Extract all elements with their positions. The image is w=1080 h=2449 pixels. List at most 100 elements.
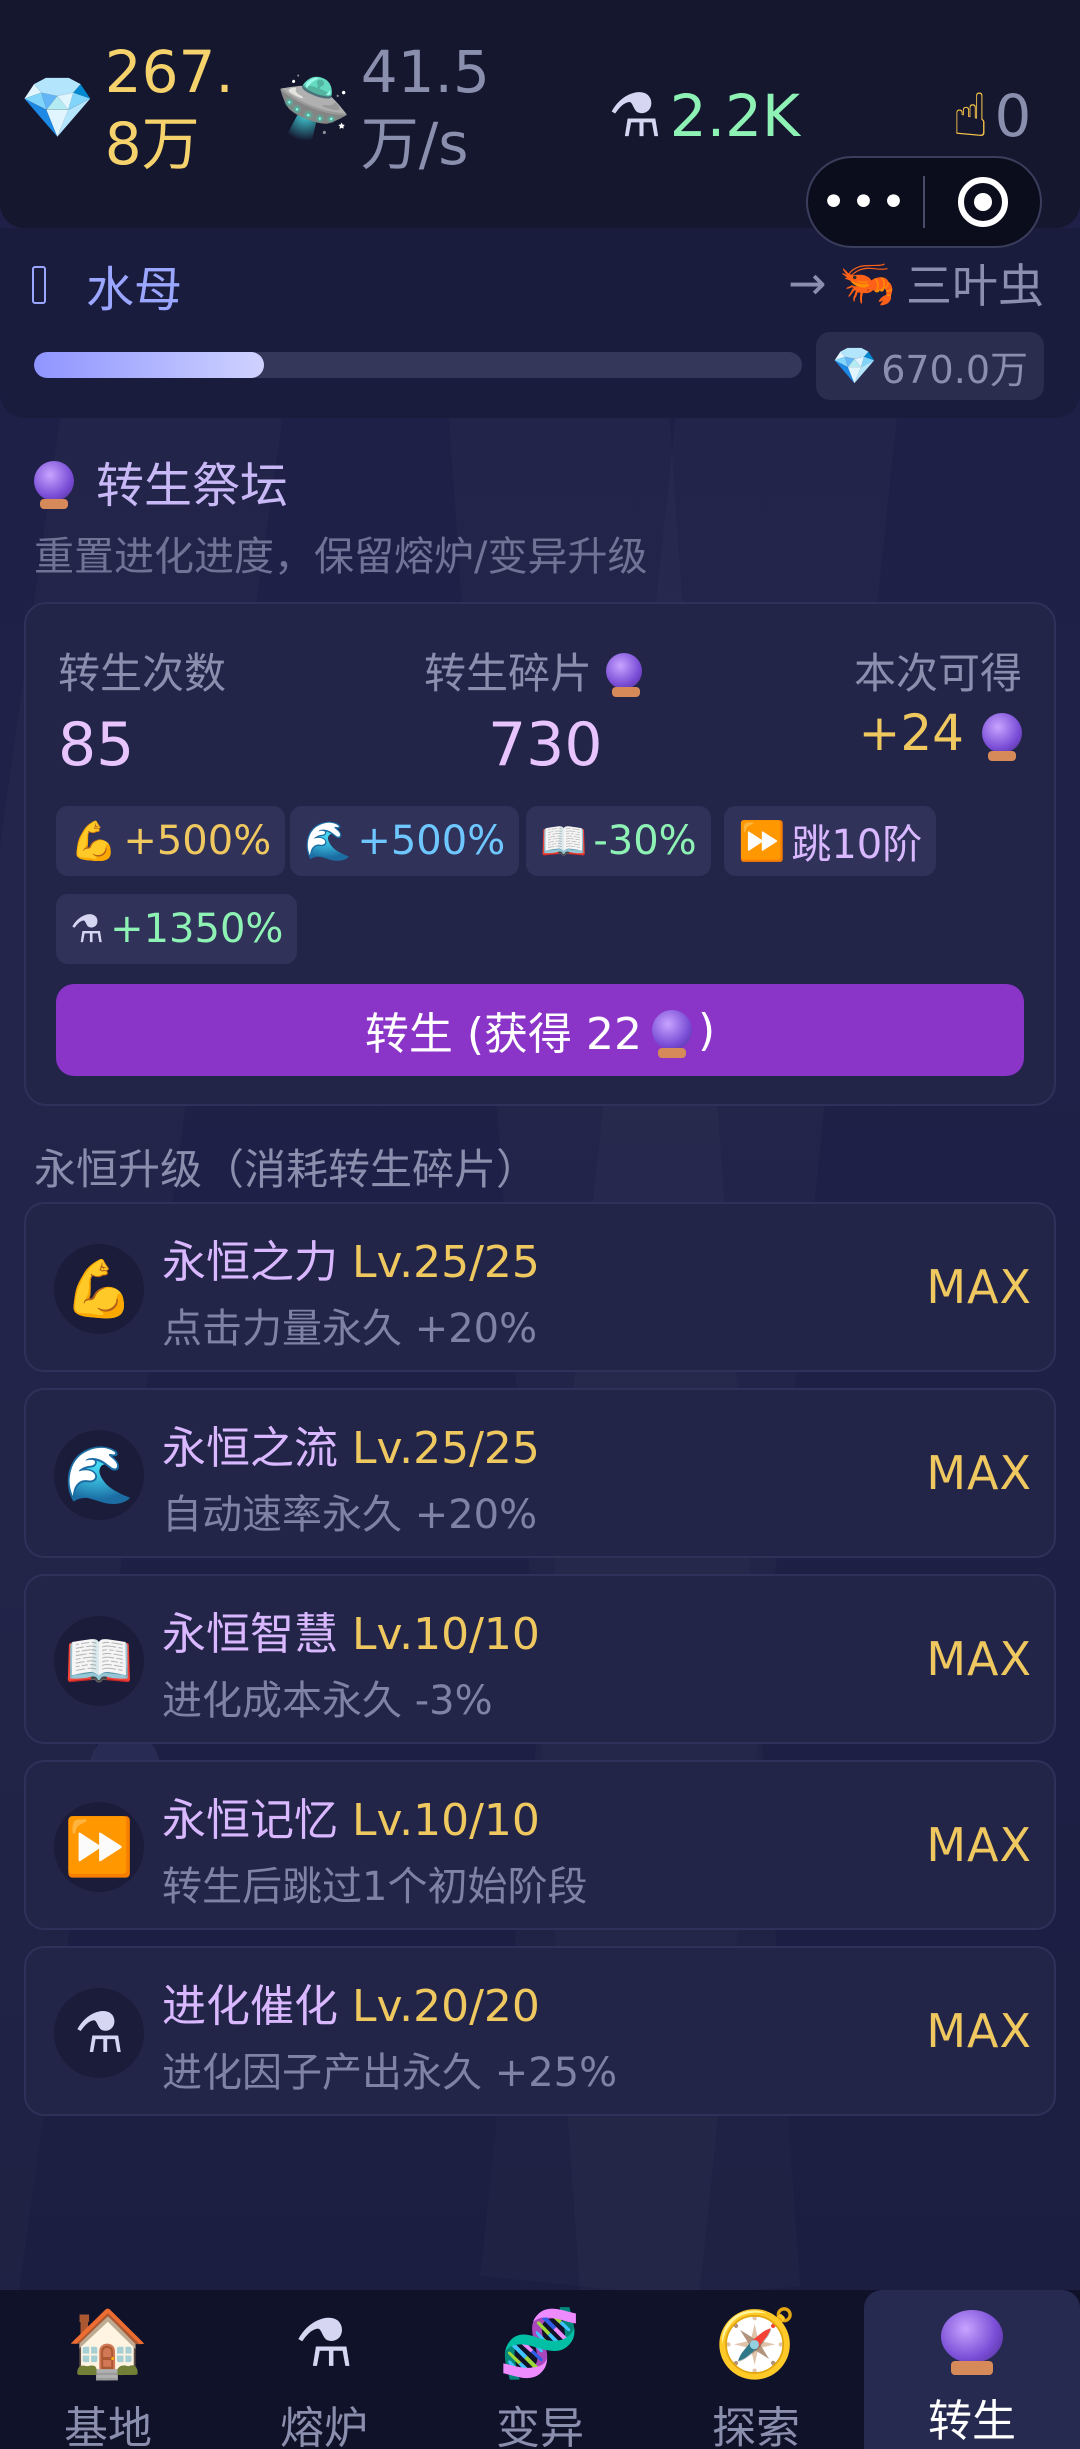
crystal-ball-icon — [941, 2310, 1003, 2375]
upgrade-name: 进化催化 — [162, 1981, 338, 2032]
tab-label: 探索 — [712, 2403, 800, 2449]
progress-fill — [34, 352, 265, 378]
miniprogram-capsule: ••• — [806, 156, 1042, 248]
shards-label: 转生碎片 — [424, 640, 643, 701]
altar-card: 转生次数 85 转生碎片 730 本次可得 +24 💪 +500% 🌊 +500… — [24, 602, 1056, 1106]
tab-base[interactable]: 🏠 基地 — [0, 2290, 216, 2449]
gems-resource: 💎 267. 8万 — [20, 36, 234, 180]
next-stage: → 🦐 三叶虫 — [788, 250, 1044, 316]
upgrade-name: 永恒之流 — [162, 1423, 338, 1474]
bonus-chip-memory: ⏩ 跳10阶 — [724, 806, 937, 876]
upgrade-level: Lv.10/10 — [352, 1795, 540, 1846]
gain: +24 — [858, 704, 1022, 762]
gem-icon: 💎 — [832, 346, 878, 387]
bonus-chip-text: 跳10阶 — [791, 822, 923, 868]
factor-resource: ⚗ 2.2K — [608, 80, 800, 152]
altar-title-text: 转生祭坛 — [96, 458, 289, 514]
close-miniprogram-button[interactable] — [925, 177, 1040, 227]
rate-value-line1: 41.5 — [360, 38, 490, 106]
upgrade-status: MAX — [926, 1260, 1032, 1314]
shards-label-text: 转生碎片 — [424, 649, 593, 698]
gem-icon: 💎 — [20, 73, 95, 143]
stage-card: 水母 → 🦐 三叶虫 💎 670.0万 — [0, 228, 1080, 418]
clicks-value: 0 — [994, 82, 1032, 150]
tab-label: 转生 — [928, 2396, 1016, 2447]
gain-label: 本次可得 — [853, 649, 1022, 698]
wave-icon: 🌊 — [54, 1430, 144, 1520]
upgrade-name: 永恒记忆 — [162, 1795, 338, 1846]
upgrade-eternal-flow[interactable]: 🌊 永恒之流 Lv.25/25 自动速率永久 +20% MAX — [24, 1388, 1056, 1558]
rate-value-line2: 万/s — [360, 110, 469, 178]
wave-icon: 🌊 — [304, 818, 352, 863]
bonus-chip-flow: 🌊 +500% — [290, 806, 520, 876]
clicks-resource: ☝ 0 — [952, 80, 1031, 152]
rebirth-count-label: 转生次数 — [58, 649, 227, 698]
bonus-chip-power: 💪 +500% — [56, 806, 286, 876]
upgrade-name: 永恒之力 — [162, 1237, 338, 1288]
bottom-nav: 🏠 基地 ⚗ 熔炉 🧬 变异 🧭 探索 转生 — [0, 2290, 1080, 2449]
upgrade-level: Lv.10/10 — [352, 1609, 540, 1660]
upgrade-name: 永恒智慧 — [162, 1609, 338, 1660]
upgrade-evolution-catalyst[interactable]: ⚗ 进化催化 Lv.20/20 进化因子产出永久 +25% MAX — [24, 1946, 1056, 2116]
next-stage-name: 三叶虫 — [906, 259, 1044, 313]
altar-subtitle: 重置进化进度，保留熔炉/变异升级 — [34, 534, 648, 580]
muscle-icon: 💪 — [54, 1244, 144, 1334]
gems-value-line2: 8万 — [104, 110, 200, 178]
upgrade-status: MAX — [926, 2004, 1032, 2058]
upgrade-level: Lv.20/20 — [352, 1981, 540, 2032]
book-icon: 📖 — [540, 818, 588, 863]
upgrades-title: 永恒升级（消耗转生碎片） — [34, 1145, 539, 1194]
bonus-chip-catalyst: ⚗ +1350% — [56, 894, 298, 964]
shrimp-icon: 🦐 — [838, 255, 896, 310]
furnace-icon: ⚗ — [54, 1988, 144, 2078]
ufo-icon: 🛸 — [276, 73, 351, 143]
tab-label: 熔炉 — [280, 2403, 368, 2449]
upgrade-desc: 自动速率永久 +20% — [162, 1492, 538, 1538]
bonus-chip-text: +500% — [123, 818, 272, 864]
upgrade-status: MAX — [926, 1632, 1032, 1686]
upgrade-level: Lv.25/25 — [352, 1423, 540, 1474]
rebirth-count: 85 — [58, 710, 135, 780]
stage-glyph-icon — [32, 266, 46, 304]
tab-mutation[interactable]: 🧬 变异 — [432, 2290, 648, 2449]
crystal-ball-icon — [651, 1010, 692, 1058]
upgrade-status: MAX — [926, 1446, 1032, 1500]
bonus-chip-text: +1350% — [110, 906, 284, 952]
muscle-icon: 💪 — [70, 818, 118, 863]
more-icon: ••• — [820, 176, 911, 228]
bonus-chip-text: -30% — [593, 818, 697, 864]
tab-rebirth[interactable]: 转生 — [864, 2290, 1080, 2449]
evolve-cost: 670.0万 — [881, 347, 1028, 392]
evolution-progress-bar — [34, 352, 802, 378]
upgrade-eternal-wisdom[interactable]: 📖 永恒智慧 Lv.10/10 进化成本永久 -3% MAX — [24, 1574, 1056, 1744]
furnace-icon: ⚗ — [70, 907, 105, 951]
rebirth-button-label: 转生 (获得 22 — [364, 1009, 642, 1060]
rebirth-button[interactable]: 转生 (获得 22 ) — [56, 984, 1024, 1076]
fast-forward-icon: ⏩ — [738, 818, 786, 863]
tab-furnace[interactable]: ⚗ 熔炉 — [216, 2290, 432, 2449]
rate-resource: 🛸 41.5 万/s — [276, 36, 490, 180]
current-stage-name: 水母 — [86, 262, 183, 318]
rebirth-button-suffix: ) — [697, 1004, 716, 1056]
more-button[interactable]: ••• — [808, 177, 923, 228]
upgrade-eternal-memory[interactable]: ⏩ 永恒记忆 Lv.10/10 转生后跳过1个初始阶段 MAX — [24, 1760, 1056, 1930]
upgrade-level: Lv.25/25 — [352, 1237, 540, 1288]
upgrade-desc: 转生后跳过1个初始阶段 — [162, 1864, 588, 1910]
current-stage: 水母 — [32, 250, 182, 320]
house-icon: 🏠 — [66, 2305, 150, 2382]
altar-title: 转生祭坛 — [34, 446, 288, 516]
bonus-chip-wisdom: 📖 -30% — [526, 806, 711, 876]
furnace-icon: ⚗ — [608, 81, 662, 151]
factor-value: 2.2K — [669, 82, 801, 150]
upgrade-eternal-power[interactable]: 💪 永恒之力 Lv.25/25 点击力量永久 +20% MAX — [24, 1202, 1056, 1372]
crystal-ball-icon — [982, 713, 1022, 761]
crystal-ball-icon — [34, 461, 74, 509]
tab-explore[interactable]: 🧭 探索 — [648, 2290, 864, 2449]
dna-icon: 🧬 — [498, 2305, 582, 2382]
evolve-cost-button[interactable]: 💎 670.0万 — [816, 332, 1044, 400]
upgrade-desc: 进化成本永久 -3% — [162, 1678, 493, 1724]
upgrade-desc: 进化因子产出永久 +25% — [162, 2050, 618, 2096]
upgrade-desc: 点击力量永久 +20% — [162, 1306, 538, 1352]
upgrade-status: MAX — [926, 1818, 1032, 1872]
furnace-icon: ⚗ — [294, 2305, 354, 2382]
